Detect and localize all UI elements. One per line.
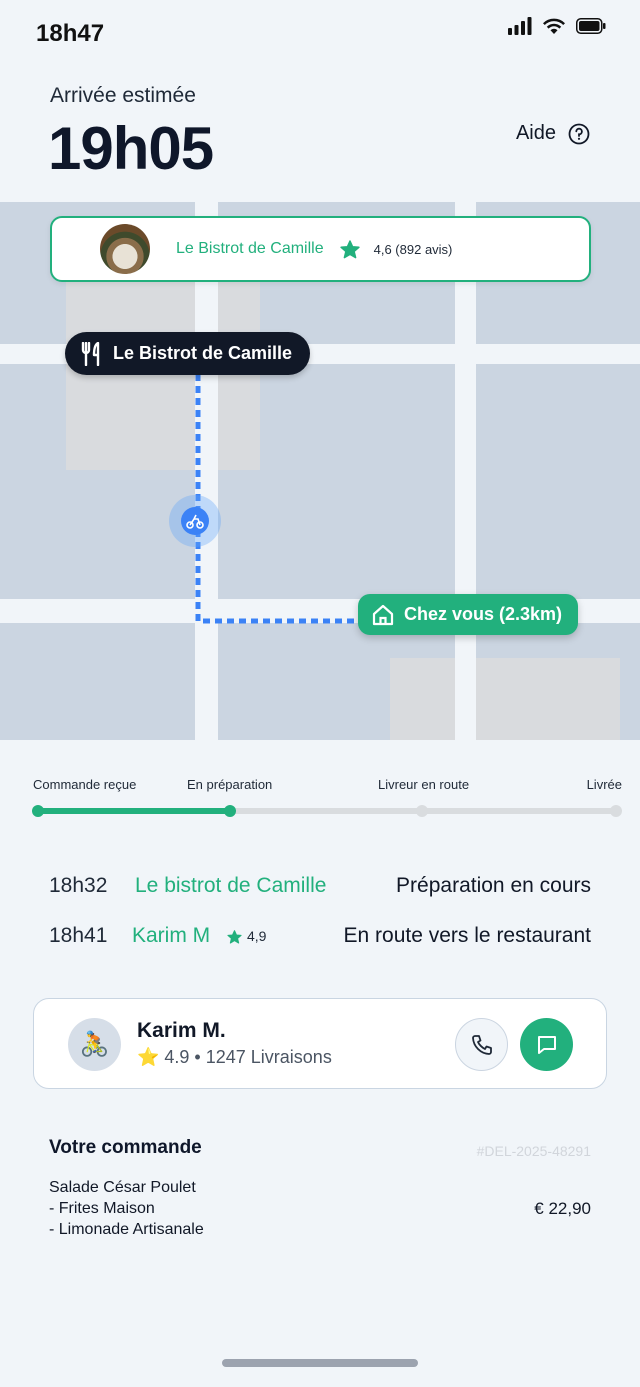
driver-name: Karim M.: [137, 1019, 226, 1042]
order-item: Salade César Poulet: [49, 1179, 196, 1196]
order-total: € 22,90: [534, 1199, 591, 1218]
driver-avatar: 🚴: [68, 1018, 121, 1071]
restaurant-map-pin[interactable]: Le Bistrot de Camille: [65, 332, 311, 375]
restaurant-card[interactable]: Le Bistrot de Camille 4,6 (892 avis): [50, 216, 591, 282]
map[interactable]: [0, 202, 640, 740]
message-driver-button[interactable]: [520, 1018, 573, 1071]
fork-knife-icon: [81, 341, 100, 366]
progress-step-label: Commande reçue: [33, 777, 137, 792]
status-icons: [508, 17, 606, 35]
timeline-status: Préparation en cours: [396, 874, 591, 897]
help-label: Aide: [515, 122, 556, 144]
signal-icon: [508, 17, 532, 35]
courier-location-marker[interactable]: [169, 495, 221, 547]
progress-step-dot: [416, 805, 428, 817]
restaurant-name: Le Bistrot de Camille: [176, 240, 324, 257]
eta-label: Arrivée estimée: [50, 84, 196, 107]
timeline-status: En route vers le restaurant: [343, 924, 591, 947]
help-button[interactable]: Aide: [516, 122, 590, 145]
driver-card: 🚴 Karim M. ⭐ 4.9 • 1247 Livraisons: [33, 998, 607, 1089]
home-icon: [372, 604, 394, 625]
status-bar: 18h47: [0, 0, 640, 64]
call-driver-button[interactable]: [455, 1018, 508, 1071]
progress-step-dot: [224, 805, 236, 817]
order-item: - Frites Maison: [49, 1200, 155, 1217]
progress-step-dot: [610, 805, 622, 817]
wifi-icon: [543, 18, 565, 34]
timeline-rating: 4,9: [247, 928, 267, 944]
home-indicator[interactable]: [222, 1359, 418, 1367]
eta-time: 19h05: [48, 115, 214, 182]
restaurant-pin-label: Le Bistrot de Camille: [113, 343, 293, 363]
timeline-actor: Karim M: [132, 924, 211, 947]
progress-fill: [38, 808, 231, 814]
phone-icon: [471, 1034, 492, 1055]
battery-icon: [576, 18, 606, 34]
timeline-time: 18h32: [49, 874, 108, 897]
question-circle-icon: [568, 123, 590, 144]
timeline-time: 18h41: [49, 924, 108, 947]
progress-step-dot: [32, 805, 44, 817]
progress-step-label: En préparation: [187, 777, 273, 792]
restaurant-photo: [100, 224, 150, 274]
route-line: [195, 374, 362, 624]
progress-step-label: Livrée: [586, 777, 622, 792]
courier-icon: [181, 507, 209, 535]
star-icon: [339, 239, 360, 258]
progress-step-label: Livreur en route: [378, 777, 470, 792]
order-title: Votre commande: [49, 1137, 202, 1158]
order-item: - Limonade Artisanale: [49, 1221, 204, 1238]
order-id: #DEL-2025-48291: [476, 1143, 591, 1159]
chat-icon: [537, 1035, 556, 1054]
restaurant-rating: 4,6 (892 avis): [373, 241, 453, 257]
driver-meta: ⭐ 4.9 • 1247 Livraisons: [137, 1047, 332, 1067]
star-icon: [227, 930, 242, 944]
timeline-actor: Le bistrot de Camille: [135, 874, 327, 897]
home-map-pin[interactable]: Chez vous (2.3km): [358, 594, 579, 635]
timeline-row: 18h32 Le bistrot de Camille Préparation …: [49, 874, 591, 904]
home-pin-label: Chez vous (2.3km): [404, 604, 563, 624]
status-time: 18h47: [36, 20, 105, 47]
timeline-row: 18h41 Karim M 4,9 En route vers le resta…: [49, 924, 591, 954]
